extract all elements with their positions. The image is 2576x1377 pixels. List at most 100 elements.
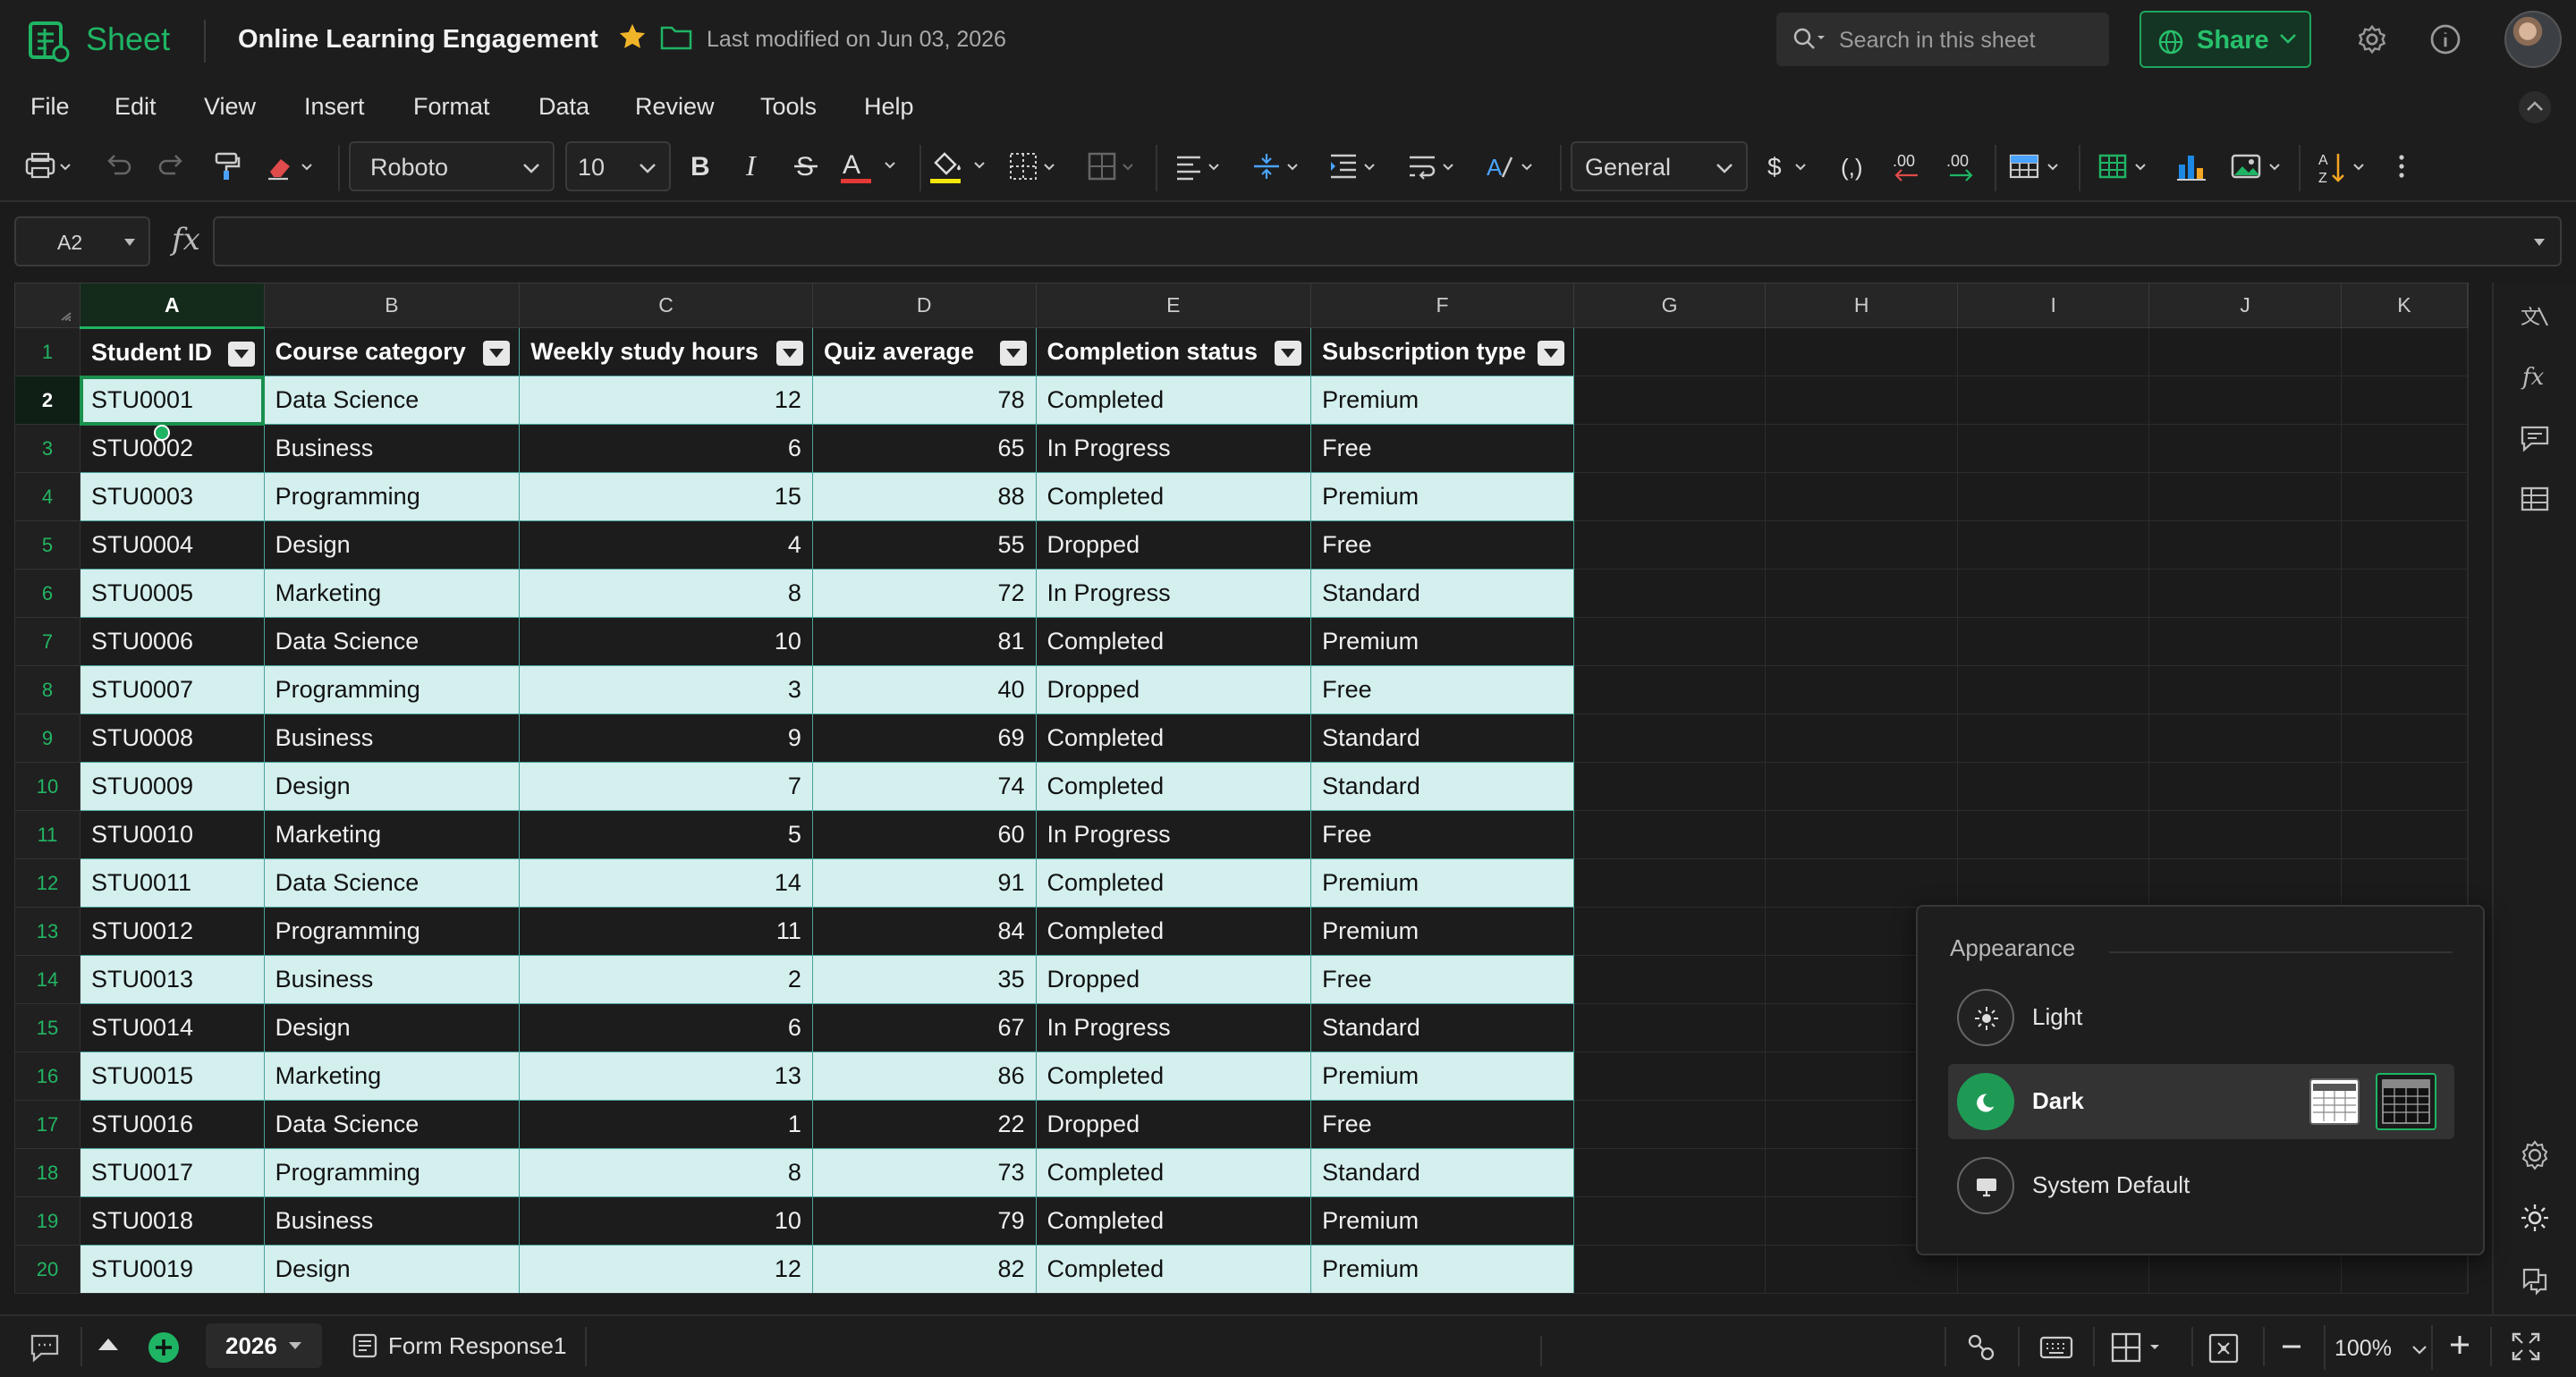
table-cell[interactable]: STU0008 (80, 714, 265, 763)
table-cell[interactable]: Premium (1310, 1196, 1574, 1246)
table-cell[interactable]: Marketing (263, 569, 521, 618)
row-header-19[interactable]: 19 (14, 1196, 80, 1246)
table-cell[interactable]: Dropped (1035, 955, 1312, 1004)
table-cell[interactable]: 9 (519, 714, 813, 763)
table-cell[interactable]: Premium (1310, 907, 1574, 956)
empty-cell[interactable] (1765, 424, 1958, 473)
empty-cell[interactable] (1765, 520, 1958, 570)
empty-cell[interactable] (2340, 810, 2469, 859)
empty-cell[interactable] (2340, 424, 2469, 473)
zoom-level-select[interactable]: 100% (2324, 1325, 2433, 1370)
table-cell[interactable]: Programming (263, 665, 521, 714)
table-cell[interactable]: Free (1310, 810, 1574, 859)
row-header-7[interactable]: 7 (14, 617, 80, 666)
layout-view-icon[interactable] (2111, 1332, 2172, 1363)
column-header-a[interactable]: A (80, 283, 265, 329)
row-header-12[interactable]: 12 (14, 858, 80, 908)
table-cell[interactable]: Completed (1035, 1245, 1312, 1293)
table-cell[interactable]: Free (1310, 520, 1574, 570)
sheet-list-caret-icon[interactable] (97, 1336, 120, 1352)
table-cell[interactable]: 86 (811, 1052, 1037, 1101)
table-cell[interactable]: Marketing (263, 810, 521, 859)
table-cell[interactable]: STU0006 (80, 617, 265, 666)
empty-cell[interactable] (1572, 665, 1767, 714)
row-header-8[interactable]: 8 (14, 665, 80, 714)
empty-cell[interactable] (1956, 327, 2150, 376)
table-cell[interactable]: 60 (811, 810, 1037, 859)
column-header-g[interactable]: G (1572, 283, 1767, 328)
empty-cell[interactable] (2467, 424, 2469, 473)
row-header-1[interactable]: 1 (14, 327, 80, 376)
table-cell[interactable]: Premium (1310, 1245, 1574, 1293)
empty-cell[interactable] (2148, 472, 2342, 521)
menu-tools[interactable]: Tools (760, 91, 817, 122)
table-cell[interactable]: 35 (811, 955, 1037, 1004)
table-cell[interactable]: 8 (519, 569, 813, 618)
empty-cell[interactable] (2148, 569, 2342, 618)
table-cell[interactable]: 10 (519, 617, 813, 666)
empty-cell[interactable] (1956, 520, 2150, 570)
more-options-icon[interactable] (2395, 150, 2408, 182)
sort-icon[interactable]: AZ (2317, 150, 2376, 186)
row-header-14[interactable]: 14 (14, 955, 80, 1004)
fill-color-icon[interactable] (930, 150, 995, 186)
empty-cell[interactable] (2340, 472, 2469, 521)
number-format-select[interactable]: General (1571, 141, 1748, 191)
empty-cell[interactable] (2340, 665, 2469, 714)
filter-dropdown-icon[interactable] (1537, 341, 1564, 366)
decrease-decimal-icon[interactable]: .00 (1891, 150, 1927, 182)
table-cell[interactable]: Completed (1035, 1052, 1312, 1101)
sheet-tab-2026[interactable]: 2026 (206, 1323, 322, 1368)
table-cell[interactable]: 12 (519, 376, 813, 425)
empty-cell[interactable] (2340, 762, 2469, 811)
row-header-13[interactable]: 13 (14, 907, 80, 956)
empty-cell[interactable] (2340, 617, 2469, 666)
table-cell[interactable]: Programming (263, 472, 521, 521)
table-cell[interactable]: Completed (1035, 762, 1312, 811)
appearance-option-light[interactable]: Light (1948, 980, 2454, 1055)
empty-cell[interactable] (1765, 665, 1958, 714)
table-cell[interactable]: 14 (519, 858, 813, 908)
text-color-icon[interactable]: A (841, 150, 905, 186)
name-box[interactable]: A2 (14, 216, 150, 266)
table-cell[interactable]: Dropped (1035, 1100, 1312, 1149)
zoom-in-icon[interactable] (2449, 1334, 2470, 1356)
column-header-k[interactable]: K (2340, 283, 2469, 328)
table-cell[interactable]: Standard (1310, 1003, 1574, 1052)
empty-cell[interactable] (2467, 376, 2469, 425)
insert-image-icon[interactable] (2229, 150, 2288, 182)
column-header-f[interactable]: F (1310, 283, 1574, 328)
table-cell[interactable]: STU0009 (80, 762, 265, 811)
empty-cell[interactable] (1765, 617, 1958, 666)
table-cell[interactable]: 74 (811, 762, 1037, 811)
add-sheet-button[interactable] (147, 1331, 181, 1364)
zoom-out-icon[interactable] (2281, 1343, 2302, 1350)
table-cell[interactable]: Marketing (263, 1052, 521, 1101)
table-cell[interactable]: STU0018 (80, 1196, 265, 1246)
empty-cell[interactable] (1572, 1003, 1767, 1052)
italic-icon[interactable]: I (741, 150, 767, 182)
last-modified-text[interactable]: Last modified on Jun 03, 2026 (707, 23, 1006, 55)
empty-cell[interactable] (2467, 327, 2469, 376)
empty-cell[interactable] (1956, 665, 2150, 714)
table-icon[interactable] (2519, 483, 2551, 515)
formula-input[interactable] (213, 216, 2562, 266)
empty-cell[interactable] (1765, 858, 1958, 908)
comment-icon[interactable] (2519, 422, 2551, 454)
table-cell[interactable]: 78 (811, 376, 1037, 425)
table-cell[interactable]: Design (263, 762, 521, 811)
empty-cell[interactable] (2340, 569, 2469, 618)
table-cell[interactable]: Design (263, 1245, 521, 1293)
clear-format-icon[interactable] (265, 150, 318, 182)
table-cell[interactable]: 6 (519, 1003, 813, 1052)
empty-cell[interactable] (2340, 520, 2469, 570)
table-header-cell[interactable]: Weekly study hours (519, 327, 813, 376)
empty-cell[interactable] (2148, 520, 2342, 570)
column-header-d[interactable]: D (811, 283, 1037, 328)
table-cell[interactable]: Premium (1310, 472, 1574, 521)
table-cell[interactable]: 73 (811, 1148, 1037, 1197)
menu-data[interactable]: Data (538, 91, 589, 122)
empty-cell[interactable] (1956, 810, 2150, 859)
table-cell[interactable]: STU0015 (80, 1052, 265, 1101)
table-cell[interactable]: STU0004 (80, 520, 265, 570)
